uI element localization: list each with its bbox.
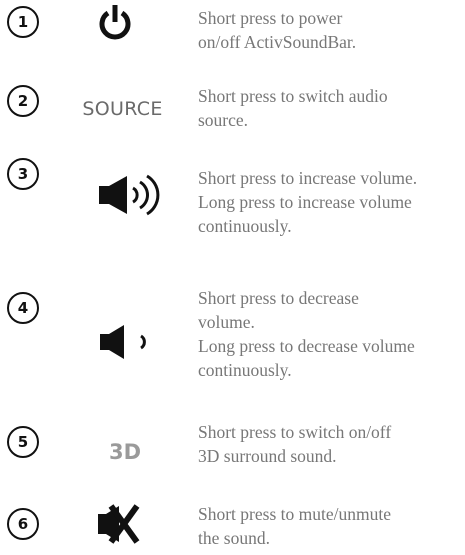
item-description-3: Short press to increase volume. Long pre… bbox=[198, 166, 463, 238]
description-line: the sound. bbox=[198, 528, 270, 548]
description-line: Short press to power bbox=[198, 8, 343, 28]
description-line: on/off ActivSoundBar. bbox=[198, 32, 357, 52]
item-description-1: Short press to power on/off ActivSoundBa… bbox=[198, 6, 463, 54]
item-description-4: Short press to decrease volume. Long pre… bbox=[198, 286, 463, 382]
mute-icon bbox=[95, 502, 145, 546]
step-number-4: 4 bbox=[7, 292, 39, 324]
volume-down-icon bbox=[98, 322, 153, 362]
step-number-3: 3 bbox=[7, 158, 39, 190]
step-number-5: 5 bbox=[7, 426, 39, 458]
description-line: Short press to decrease bbox=[198, 288, 359, 308]
description-line: 3D surround sound. bbox=[198, 446, 337, 466]
item-description-2: Short press to switch audio source. bbox=[198, 84, 463, 132]
source-label: SOURCE bbox=[82, 98, 163, 120]
description-line: Short press to switch on/off bbox=[198, 422, 392, 442]
description-line: Short press to mute/unmute bbox=[198, 504, 391, 524]
volume-up-icon bbox=[97, 172, 165, 218]
description-line: Long press to decrease volume bbox=[198, 336, 415, 356]
power-icon bbox=[95, 2, 135, 42]
description-line: Short press to increase volume. bbox=[198, 168, 418, 188]
step-number-1: 1 bbox=[7, 6, 39, 38]
item-description-6: Short press to mute/unmute the sound. bbox=[198, 502, 463, 550]
step-number-6: 6 bbox=[7, 508, 39, 540]
item-description-5: Short press to switch on/off 3D surround… bbox=[198, 420, 463, 468]
description-line: source. bbox=[198, 110, 249, 130]
description-line: volume. bbox=[198, 312, 255, 332]
description-line: continuously. bbox=[198, 216, 292, 236]
description-line: Long press to increase volume bbox=[198, 192, 412, 212]
description-line: continuously. bbox=[198, 360, 292, 380]
description-line: Short press to switch audio bbox=[198, 86, 388, 106]
step-number-2: 2 bbox=[7, 85, 39, 117]
3d-label: 3D bbox=[108, 440, 142, 464]
